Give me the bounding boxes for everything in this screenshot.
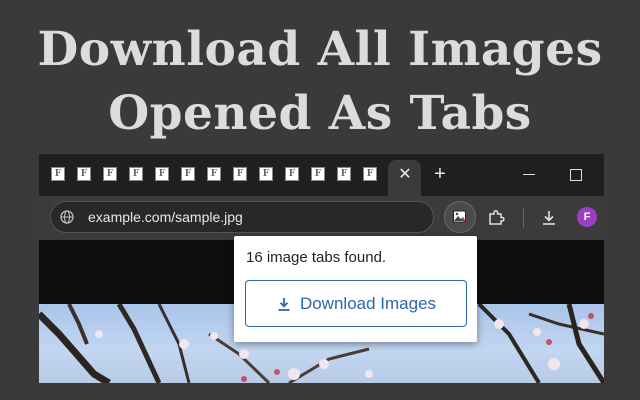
tab-favicon[interactable]: F bbox=[181, 167, 195, 181]
puzzle-icon[interactable] bbox=[487, 209, 505, 227]
tab-favicon[interactable]: F bbox=[129, 167, 143, 181]
download-icon bbox=[278, 297, 290, 311]
download-button-label: Download Images bbox=[299, 293, 437, 313]
tab-favicon[interactable]: F bbox=[77, 167, 91, 181]
toolbar-separator bbox=[523, 208, 524, 228]
download-images-button[interactable]: Download Images bbox=[245, 280, 467, 327]
download-icon[interactable] bbox=[539, 208, 559, 228]
tab-favicon[interactable]: F bbox=[103, 167, 117, 181]
tab-strip: FFFFFFFFFFFFF ✕ + bbox=[39, 154, 604, 196]
address-text: example.com/sample.jpg bbox=[88, 209, 243, 225]
plus-icon[interactable]: + bbox=[430, 164, 450, 184]
tab-favicon[interactable]: F bbox=[285, 167, 299, 181]
tab-favicon[interactable]: F bbox=[311, 167, 325, 181]
status-text: 16 image tabs found. bbox=[246, 249, 387, 266]
maximize-icon[interactable] bbox=[570, 169, 582, 181]
extension-image-icon bbox=[453, 210, 466, 223]
tab-favicon[interactable]: F bbox=[337, 167, 351, 181]
headline-line-2: Opened As Tabs bbox=[108, 86, 532, 141]
extension-button[interactable] bbox=[444, 201, 476, 233]
headline-line-1: Download All Images bbox=[37, 22, 603, 77]
tab-favicon[interactable]: F bbox=[51, 167, 65, 181]
tab-list: FFFFFFFFFFFFF bbox=[39, 167, 389, 185]
close-icon[interactable]: ✕ bbox=[396, 166, 414, 184]
tab-favicon[interactable]: F bbox=[259, 167, 273, 181]
minimize-icon[interactable] bbox=[523, 174, 535, 175]
tab-favicon[interactable]: F bbox=[233, 167, 247, 181]
extension-popup: 16 image tabs found. Download Images bbox=[234, 236, 477, 342]
globe-icon bbox=[60, 210, 74, 224]
toolbar: example.com/sample.jpg F bbox=[39, 196, 604, 240]
tab-favicon[interactable]: F bbox=[207, 167, 221, 181]
tab-favicon[interactable]: F bbox=[363, 167, 377, 181]
avatar[interactable]: F bbox=[577, 207, 597, 227]
tab-favicon[interactable]: F bbox=[155, 167, 169, 181]
address-bar[interactable]: example.com/sample.jpg bbox=[50, 201, 434, 233]
